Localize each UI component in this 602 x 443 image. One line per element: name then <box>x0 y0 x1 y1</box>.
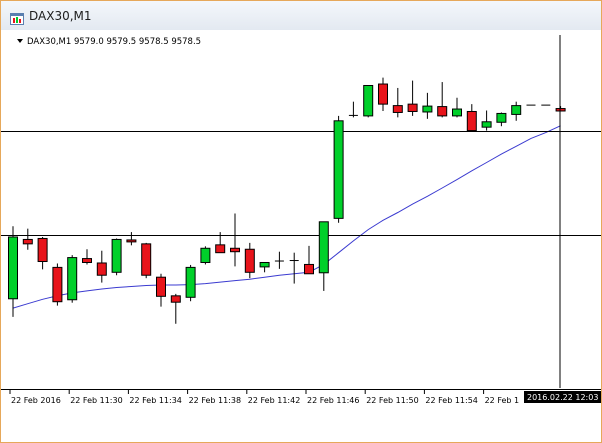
candle-body-bear <box>555 108 566 112</box>
candle-body-bear <box>141 243 152 276</box>
candle <box>333 115 344 223</box>
crosshair-time-label: 2016.02.22 12:03 <box>527 393 598 402</box>
x-tick-label: 22 Feb 11:54 <box>425 396 477 405</box>
candle-body-bear <box>392 105 403 113</box>
candle <box>141 242 152 279</box>
candle-body-bull <box>363 84 374 117</box>
candle-body-bear <box>230 247 240 253</box>
chart-header-text: DAX30,M1 9579.0 9579.5 9578.5 9578.5 <box>27 37 201 47</box>
candle-body-bull <box>200 247 211 263</box>
candle-body-bear <box>126 239 137 243</box>
x-tick-label: 22 Feb 11:42 <box>248 396 300 405</box>
candle-body-bear <box>466 110 477 132</box>
candle-body-bear <box>244 248 255 273</box>
candle-body-bull <box>67 257 78 301</box>
chart-area[interactable]: 22 Feb 2016 22 Feb 11:30 22 Feb 11:34 22 Fe… <box>1 30 601 442</box>
candle-body-bear <box>304 263 314 275</box>
candle-body-bear <box>52 266 63 303</box>
candle <box>52 263 63 306</box>
candle-body-bear <box>437 106 448 117</box>
x-tick-label: 22 Feb 11:38 <box>189 396 241 405</box>
candle-body-bull <box>452 108 462 117</box>
candle-body-bear <box>37 237 48 263</box>
candle <box>111 238 122 276</box>
candle <box>200 246 211 265</box>
candle-body-bear <box>170 295 181 303</box>
x-tick-label: 22 Feb 11:30 <box>70 396 122 405</box>
chart-window-icon <box>10 10 24 25</box>
chart-window: DAX30,M1 22 Feb 2016 22 Feb 11:30 22 Feb 1… <box>0 0 602 443</box>
candle-body-bull <box>496 112 507 123</box>
crosshair-time-label-group: 2016.02.22 12:03 <box>524 391 601 403</box>
candle <box>185 264 196 302</box>
candle-body-bull <box>111 238 122 273</box>
candle-body-bear <box>156 276 166 297</box>
candlestick-chart[interactable]: 22 Feb 2016 22 Feb 11:30 22 Feb 11:34 22 Fe… <box>1 30 601 442</box>
candle-body-bull <box>8 236 18 300</box>
x-tick-label: 22 Feb 1 <box>485 396 520 405</box>
candle-body-bear <box>378 83 388 105</box>
window-title: DAX30,M1 <box>29 9 92 23</box>
candle-body-bull <box>422 105 433 113</box>
header-group: DAX30,M1 9579.0 9579.5 9578.5 9578.5 <box>17 37 201 47</box>
candle-body-bear <box>96 262 107 276</box>
candle-body-bear <box>407 103 418 112</box>
candle <box>67 255 78 303</box>
candle-body-bull <box>185 266 196 298</box>
candle-body-bull <box>318 221 329 274</box>
candle-body-bull <box>333 120 344 219</box>
candle <box>363 84 374 118</box>
title-bar[interactable]: DAX30,M1 <box>1 1 601 31</box>
candle-body-bear <box>215 244 226 254</box>
candle-body-bull <box>481 121 492 128</box>
x-tick-label: 22 Feb 11:34 <box>129 396 181 405</box>
x-tick-label: 22 Feb 11:50 <box>366 396 418 405</box>
x-tick-label: 22 Feb 2016 <box>11 396 61 405</box>
candle-body-bull <box>259 261 270 268</box>
candle-body-bull <box>511 105 522 115</box>
x-tick-label: 22 Feb 11:46 <box>307 396 359 405</box>
candle-body-bear <box>82 258 92 263</box>
candle-body-bear <box>22 238 33 245</box>
